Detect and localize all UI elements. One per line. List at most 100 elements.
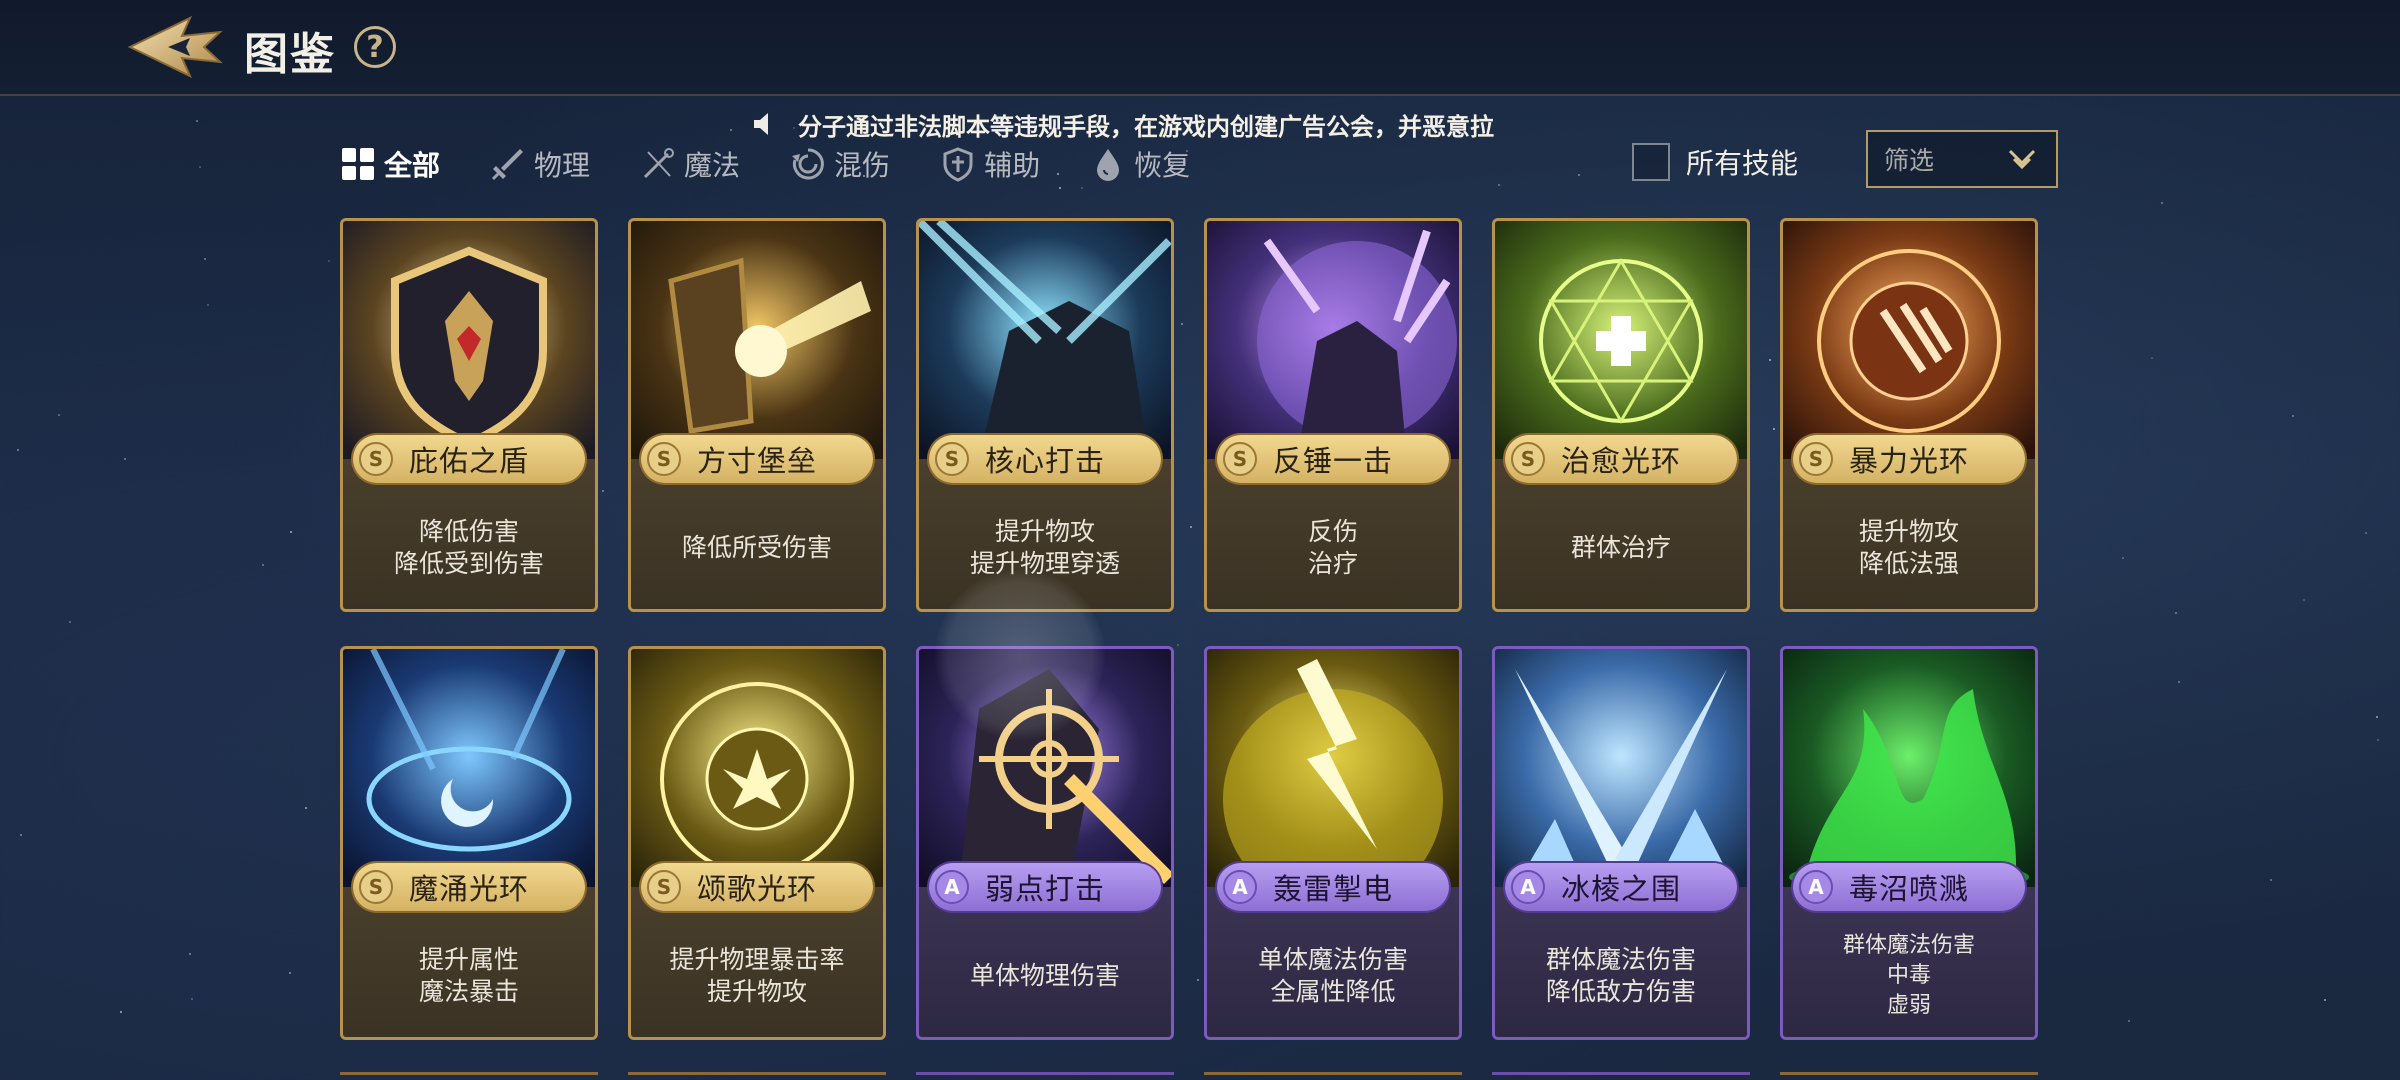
skill-effect-line: 提升物攻 <box>1858 517 1959 546</box>
skill-card[interactable]: S 暴力光环 提升物攻 降低法强 <box>1780 218 2038 612</box>
skill-effect-line: 群体治疗 <box>1570 533 1671 562</box>
all-skills-toggle[interactable]: 所有技能 <box>1632 142 1798 182</box>
filter-placeholder: 筛选 <box>1884 146 1935 175</box>
skill-name-plate: S 魔涌光环 <box>353 863 585 911</box>
star <box>1497 183 1500 186</box>
star <box>1577 174 1580 177</box>
tab-support[interactable]: 辅助 <box>940 140 1040 188</box>
skill-effect-line: 群体魔法伤害 <box>1545 945 1696 974</box>
skill-name: 弱点打击 <box>985 872 1106 906</box>
tab-label: 辅助 <box>984 149 1041 182</box>
skill-effect-line: 单体物理伤害 <box>969 961 1120 990</box>
back-button[interactable] <box>120 12 230 82</box>
skill-effect-line: 降低敌方伤害 <box>1545 977 1696 1006</box>
skill-effect-line: 提升物攻 <box>994 517 1095 546</box>
next-row-card-edge <box>340 1072 598 1080</box>
skill-description: 单体魔法伤害 全属性降低 <box>1207 921 1459 1031</box>
speaker-icon <box>754 113 768 135</box>
skill-name-plate: A 轰雷掣电 <box>1217 863 1449 911</box>
skill-card[interactable]: S 核心打击 提升物攻提升物理穿透 <box>916 218 1174 612</box>
star <box>204 258 207 261</box>
skill-effect-line: 提升属性 <box>418 945 519 974</box>
star <box>729 128 732 131</box>
tab-mixed[interactable]: 混伤 <box>790 140 890 188</box>
skill-name: 魔涌光环 <box>409 872 530 906</box>
skill-name: 轰雷掣电 <box>1273 872 1394 906</box>
skill-card[interactable]: A 轰雷掣电 单体魔法伤害 全属性降低 <box>1204 646 1462 1040</box>
skill-card[interactable]: S 方寸堡垒 降低所受伤害 <box>628 218 886 612</box>
skill-card[interactable]: A 冰棱之围 群体魔法伤害 降低敌方伤害 <box>1492 646 1750 1040</box>
rank-badge: S <box>935 442 969 476</box>
tab-magic[interactable]: 魔法 <box>640 140 740 188</box>
rank-badge: S <box>1511 442 1545 476</box>
rank-badge: S <box>647 870 681 904</box>
skill-name-plate: S 治愈光环 <box>1505 435 1737 483</box>
swirl-icon <box>792 148 824 180</box>
filter-dropdown[interactable]: 筛选 <box>1866 130 2058 188</box>
staff-icon <box>643 148 675 179</box>
skill-description: 提升属性 魔法暴击 <box>343 921 595 1031</box>
skill-card[interactable]: S 治愈光环 群体治疗 <box>1492 218 1750 612</box>
skill-name: 毒沼喷溅 <box>1849 872 1970 906</box>
tab-physical[interactable]: 物理 <box>490 140 590 188</box>
help-button[interactable]: ? <box>354 26 396 68</box>
star <box>2302 599 2305 601</box>
skill-effect-line: 单体魔法伤害 <box>1257 945 1408 974</box>
rank-badge: S <box>1799 442 1833 476</box>
next-row-card-edge <box>916 1072 1174 1080</box>
skill-name: 庇佑之盾 <box>409 444 530 478</box>
chevron-down-icon <box>2008 149 2036 170</box>
rank-badge: S <box>647 442 681 476</box>
star <box>2178 681 2181 684</box>
star <box>601 489 604 492</box>
star <box>57 413 60 416</box>
star <box>1197 979 1200 982</box>
tab-label: 魔法 <box>684 149 741 182</box>
next-row-card-edge <box>1204 1072 1462 1080</box>
skill-name: 方寸堡垒 <box>697 444 818 478</box>
tab-recovery[interactable]: 恢复 <box>1090 140 1190 188</box>
rank-badge: A <box>1799 870 1833 904</box>
star <box>2270 878 2273 881</box>
star <box>1189 525 1192 528</box>
sword-icon <box>491 149 524 181</box>
skill-description: 群体魔法伤害 降低敌方伤害 <box>1495 921 1747 1031</box>
skill-description: 降低所受伤害 <box>631 493 883 603</box>
skill-effect-line: 全属性降低 <box>1270 977 1396 1006</box>
star <box>1181 323 1184 325</box>
next-row-card-edge <box>1780 1072 2038 1080</box>
skill-card[interactable]: S 反锤一击 反伤 治疗 <box>1204 218 1462 612</box>
skill-card[interactable]: A 弱点打击 单体物理伤害 <box>916 646 1174 1040</box>
skill-effect-line: 降低受到伤害 <box>393 549 544 578</box>
skill-name: 颂歌光环 <box>697 872 818 906</box>
skill-description: 单体物理伤害 <box>919 921 1171 1031</box>
top-bar: 图鉴 ? <box>0 0 2400 96</box>
skill-name-plate: S 庇佑之盾 <box>353 435 585 483</box>
skill-card[interactable]: A 毒沼喷溅 群体魔法伤害 中毒 虚弱 <box>1780 646 2038 1040</box>
all-skills-checkbox[interactable] <box>1632 143 1670 181</box>
star <box>1769 358 1772 361</box>
star <box>261 563 264 566</box>
skill-description: 群体魔法伤害 中毒 虚弱 <box>1783 921 2035 1031</box>
skill-name: 治愈光环 <box>1561 444 1682 478</box>
skill-effect-line: 提升物理穿透 <box>969 549 1120 578</box>
star <box>191 998 194 1001</box>
star <box>288 972 291 974</box>
skill-name: 核心打击 <box>985 444 1106 478</box>
skill-card[interactable]: S 庇佑之盾 降低伤害 降低受到伤害 <box>340 218 598 612</box>
star <box>2174 612 2177 615</box>
rank-badge: A <box>1223 870 1257 904</box>
star <box>196 120 199 123</box>
tab-label: 全部 <box>384 149 441 182</box>
tab-label: 恢复 <box>1134 149 1191 182</box>
skill-effect-line: 提升物攻 <box>706 977 807 1006</box>
rank-badge: S <box>359 442 393 476</box>
skill-card[interactable]: S 颂歌光环 提升物理暴击率 提升物攻 <box>628 646 886 1040</box>
tab-all[interactable]: 全部 <box>340 140 440 188</box>
skill-description: 群体治疗 <box>1495 493 1747 603</box>
skill-card[interactable]: S 魔涌光环 提升属性 魔法暴击 <box>340 646 598 1040</box>
skill-effect-line: 降低法强 <box>1858 549 1959 578</box>
grid-icon <box>342 148 374 180</box>
skill-name-plate: S 颂歌光环 <box>641 863 873 911</box>
star <box>188 952 191 955</box>
